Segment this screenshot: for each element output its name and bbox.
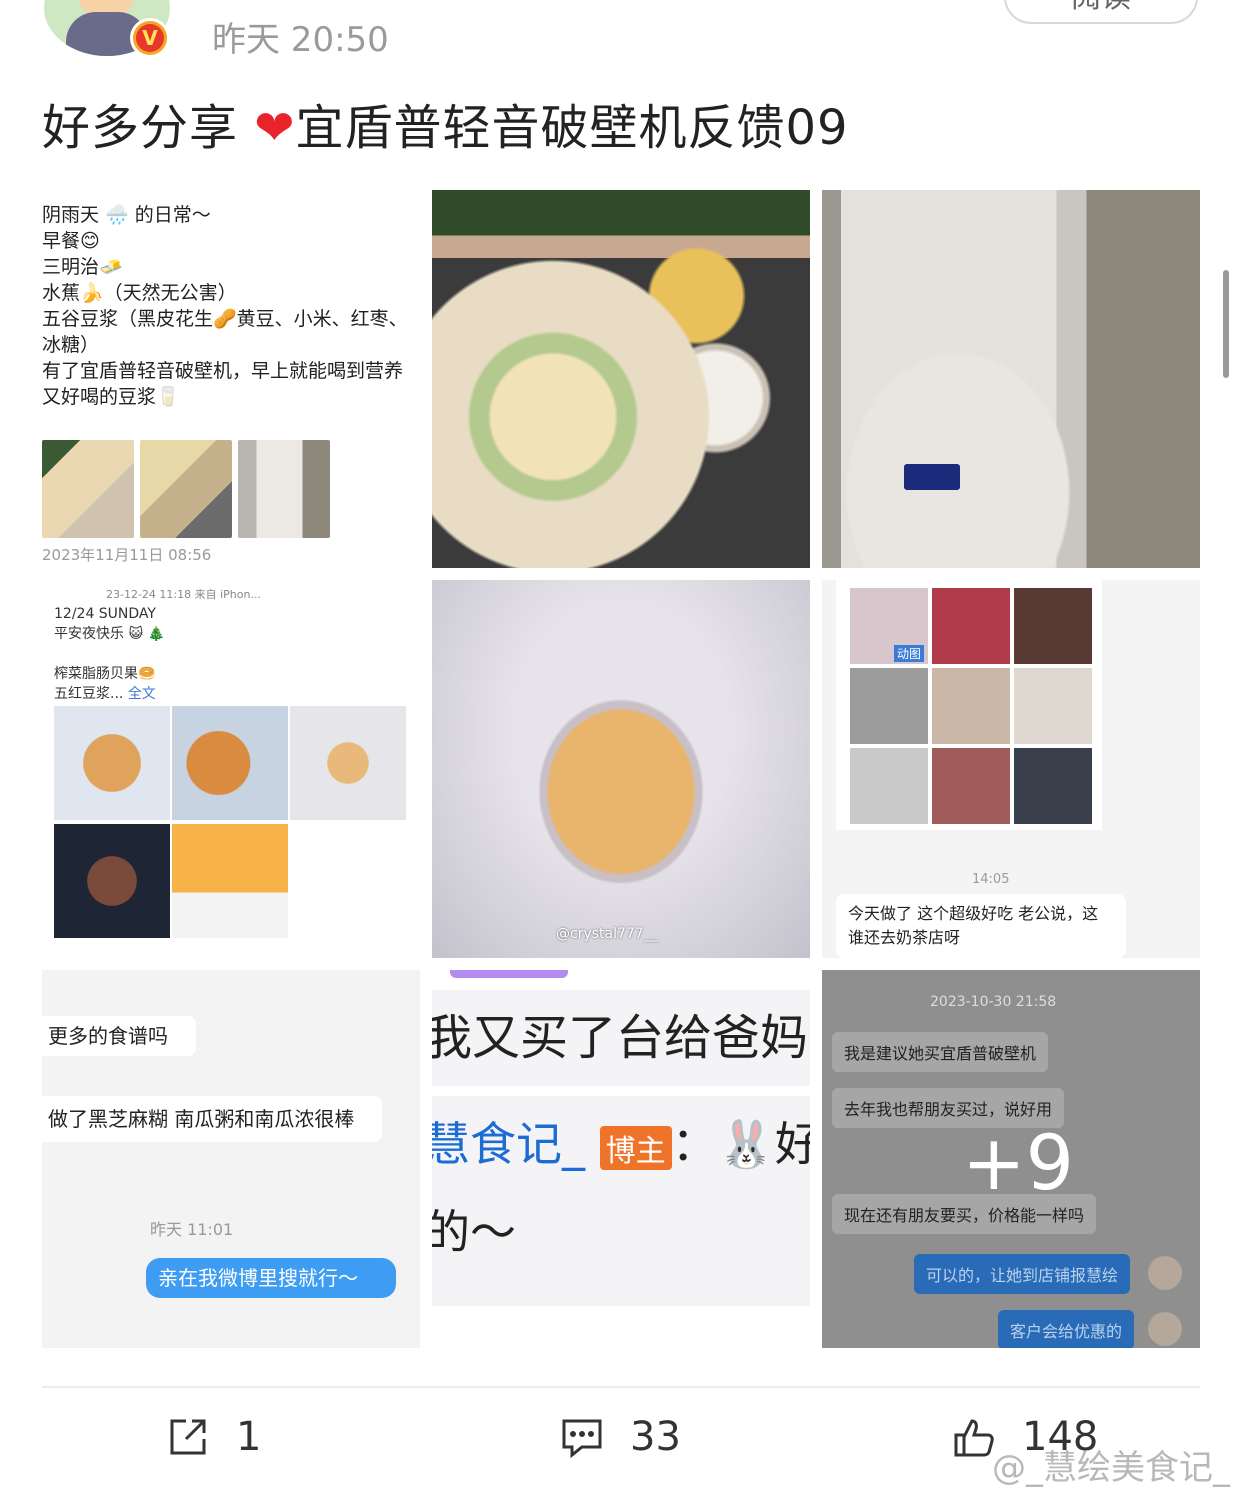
recipe-step-5 xyxy=(932,668,1010,744)
chat-time: 14:05 xyxy=(972,872,1010,887)
screenshot-meta: 23-12-24 11:18 来自 iPhon... xyxy=(106,588,261,601)
thumbnail-breakfast xyxy=(140,440,232,538)
title-suffix: 宜盾普轻音破壁机反馈09 xyxy=(295,100,849,156)
more-images-count[interactable]: +9 xyxy=(962,1118,1074,1207)
recipe-step-6 xyxy=(1014,668,1092,744)
divider xyxy=(42,1386,1200,1388)
recipe-picture-grid: 动图 xyxy=(836,580,1102,830)
recipe-step-3 xyxy=(1014,588,1092,664)
grid-image-7[interactable]: 更多的食谱吗 做了黑芝麻糊 南瓜粥和南瓜浓很棒 昨天 11:01 亲在我微博里搜… xyxy=(42,970,420,1348)
grid-image-3-blender-photo[interactable] xyxy=(822,190,1200,568)
pic-bagel xyxy=(54,706,170,820)
chat-reply-2: 客户会给优惠的 xyxy=(998,1310,1135,1348)
animated-tag: 动图 xyxy=(894,645,925,662)
comment-count: 33 xyxy=(630,1414,681,1460)
chat-message-1: 我是建议她买宜盾普破壁机 xyxy=(832,1032,1049,1072)
author-mention: 慧食记_ 博主：🐰好多 xyxy=(432,1108,810,1174)
pic-card xyxy=(172,824,288,938)
thumbnail-blender xyxy=(238,440,330,538)
grid-image-9-more[interactable]: 2023-10-30 21:58 我是建议她买宜盾普破壁机 去年我也帮朋友买过，… xyxy=(822,970,1200,1348)
image-watermark: @_慧绘美食记_ xyxy=(992,1448,1230,1488)
pic-ornament xyxy=(54,824,170,938)
blender-display xyxy=(904,464,960,490)
post-title: 好多分享 ❤宜盾普轻音破壁机反馈09 xyxy=(42,88,849,158)
large-text-line-2: 的～ xyxy=(432,1205,516,1259)
post-time: 昨天 20:50 xyxy=(212,20,389,60)
recipe-step-8 xyxy=(932,748,1010,824)
full-text-link: 全文 xyxy=(127,686,156,702)
grid-image-6[interactable]: 动图 14:05 今天做了 这个超级好吃 老公说，这谁还去奶茶店呀 xyxy=(822,580,1200,958)
thumbs-up-icon xyxy=(954,1419,994,1457)
share-button[interactable]: 1 xyxy=(166,1414,261,1460)
thumbnail-sandwich xyxy=(42,440,134,538)
chat-reply-1: 可以的，让她到店铺报慧绘 xyxy=(914,1254,1131,1294)
share-icon xyxy=(170,1419,206,1455)
image-grid: 阴雨天 🌧️ 的日常～ 早餐😊 三明治🧈 水蕉🍌（天然无公害） 五谷豆浆（黑皮花… xyxy=(42,190,1200,1348)
large-text-line-1: 我又买了台给爸妈 xyxy=(432,990,810,1086)
comment-icon xyxy=(562,1419,602,1459)
read-button[interactable]: 阅读 xyxy=(1004,0,1198,24)
grid-image-1[interactable]: 阴雨天 🌧️ 的日常～ 早餐😊 三明治🧈 水蕉🍌（天然无公害） 五谷豆浆（黑皮花… xyxy=(42,190,420,568)
decor-stripe xyxy=(450,970,568,978)
recipe-step-9 xyxy=(1014,748,1092,824)
verified-badge-icon: V xyxy=(130,18,170,58)
recipe-step-4 xyxy=(850,668,928,744)
chat-message-1: 更多的食谱吗 xyxy=(42,1016,196,1056)
grid-image-4[interactable]: 23-12-24 11:18 来自 iPhon... 12/24 SUNDAY … xyxy=(42,580,420,958)
scrollbar[interactable] xyxy=(1223,270,1229,378)
pic-drink xyxy=(290,706,406,820)
chat-reply: 亲在我微博里搜就行～ xyxy=(146,1258,396,1298)
grid-image-2-sandwich-photo[interactable] xyxy=(432,190,810,568)
chat-message: 今天做了 这个超级好吃 老公说，这谁还去奶茶店呀 xyxy=(836,894,1126,958)
chat-time: 昨天 11:01 xyxy=(150,1220,234,1239)
screenshot-date: 2023年11月11日 08:56 xyxy=(42,546,212,564)
recipe-step-7 xyxy=(850,748,928,824)
thumbnail-row xyxy=(42,440,330,538)
mention-colon: ：🐰好多 xyxy=(671,1117,810,1171)
chat-message-2: 做了黑芝麻糊 南瓜粥和南瓜浓很棒 xyxy=(42,1096,382,1142)
heart-icon: ❤ xyxy=(254,100,296,156)
author-name: 慧食记_ xyxy=(432,1117,585,1171)
title-prefix: 好多分享 xyxy=(42,100,255,156)
chat-avatar xyxy=(1148,1256,1182,1290)
screenshot-text: 12/24 SUNDAY 平安夜快乐 😺 🎄 榨菜脂肠贝果🥯 五红豆浆... 全… xyxy=(54,604,165,704)
grid-image-5-drink-photo[interactable]: @crystal777__ xyxy=(432,580,810,958)
blogger-tag: 博主 xyxy=(599,1125,672,1170)
comment-button[interactable]: 33 xyxy=(560,1414,681,1460)
chat-avatar xyxy=(1148,1312,1182,1346)
recipe-step-2 xyxy=(932,588,1010,664)
large-text-block: 慧食记_ 博主：🐰好多 的～ xyxy=(432,1096,810,1306)
pic-pastry xyxy=(172,706,288,820)
post-screenshot-text: 阴雨天 🌧️ 的日常～ 早餐😊 三明治🧈 水蕉🍌（天然无公害） 五谷豆浆（黑皮花… xyxy=(42,204,408,408)
recipe-step-1: 动图 xyxy=(850,588,928,664)
grid-image-8[interactable]: 我又买了台给爸妈 慧食记_ 博主：🐰好多 的～ xyxy=(432,970,810,1348)
share-count: 1 xyxy=(236,1414,262,1460)
photo-watermark: @crystal777__ xyxy=(556,926,658,942)
chat-timestamp: 2023-10-30 21:58 xyxy=(930,994,1057,1010)
